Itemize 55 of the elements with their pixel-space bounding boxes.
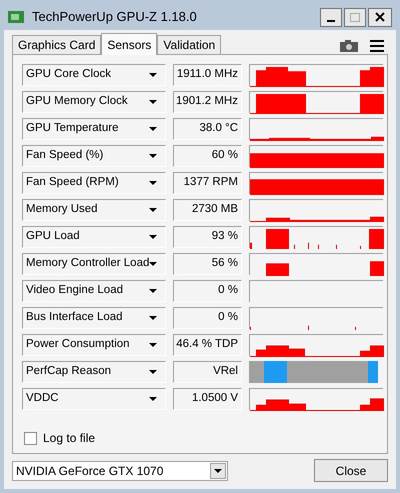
close-icon[interactable] bbox=[368, 8, 392, 26]
gpu-card-icon bbox=[8, 11, 24, 23]
sensor-value: 56 % bbox=[173, 253, 242, 275]
sensor-value: 2730 MB bbox=[173, 199, 242, 221]
sensor-dropdown[interactable]: Bus Interface Load bbox=[22, 307, 166, 329]
sensor-value: 1377 RPM bbox=[173, 172, 242, 194]
dropdown-arrow-icon bbox=[149, 397, 157, 401]
camera-icon[interactable] bbox=[340, 40, 358, 52]
checkbox-label: Log to file bbox=[43, 430, 96, 447]
dropdown-arrow-icon bbox=[149, 73, 157, 77]
dropdown-arrow-icon bbox=[149, 316, 157, 320]
sensor-value: 1901.2 MHz bbox=[173, 91, 242, 113]
menu-icon[interactable] bbox=[370, 40, 384, 52]
sensor-dropdown[interactable]: GPU Load bbox=[22, 226, 166, 248]
sensor-value: VRel bbox=[173, 361, 242, 383]
sensor-dropdown[interactable]: GPU Memory Clock bbox=[22, 91, 166, 113]
tab[interactable]: Graphics Card bbox=[12, 35, 102, 54]
sensor-dropdown[interactable]: Power Consumption bbox=[22, 334, 166, 356]
sensor-value: 1.0500 V bbox=[173, 388, 242, 410]
sensor-dropdown[interactable]: PerfCap Reason bbox=[22, 361, 166, 383]
sensor-value: 38.0 °C bbox=[173, 118, 242, 140]
sensor-value: 93 % bbox=[173, 226, 242, 248]
dropdown-arrow-icon bbox=[149, 154, 157, 158]
sensor-dropdown[interactable]: GPU Temperature bbox=[22, 118, 166, 140]
dropdown-arrow-icon bbox=[149, 370, 157, 374]
dropdown-arrow-icon bbox=[149, 208, 157, 212]
sensor-dropdown[interactable]: Memory Used bbox=[22, 199, 166, 221]
dropdown-arrow-icon bbox=[149, 262, 157, 266]
dropdown-button[interactable] bbox=[210, 462, 226, 478]
close-button[interactable]: Close bbox=[314, 459, 388, 482]
dropdown-arrow-icon bbox=[214, 468, 222, 472]
sensor-value: 60 % bbox=[173, 145, 242, 167]
dropdown-arrow-icon bbox=[149, 343, 157, 347]
window-title: TechPowerUp GPU-Z 1.18.0 bbox=[32, 8, 197, 26]
maximize-button[interactable] bbox=[344, 8, 366, 26]
gpu-select[interactable]: NVIDIA GeForce GTX 1070 bbox=[12, 460, 228, 480]
sensor-value: 46.4 % TDP bbox=[173, 334, 242, 356]
sensor-dropdown[interactable]: GPU Core Clock bbox=[22, 64, 166, 86]
dropdown-arrow-icon bbox=[149, 181, 157, 185]
dropdown-arrow-icon bbox=[149, 127, 157, 131]
sensor-dropdown[interactable]: Memory Controller Load bbox=[22, 253, 166, 275]
tab[interactable]: Sensors bbox=[101, 33, 158, 55]
sensor-value: 1911.0 MHz bbox=[173, 64, 242, 86]
dropdown-arrow-icon bbox=[149, 289, 157, 293]
sensor-dropdown[interactable]: Fan Speed (%) bbox=[22, 145, 166, 167]
sensor-dropdown[interactable]: Fan Speed (RPM) bbox=[22, 172, 166, 194]
sensor-value: 0 % bbox=[173, 280, 242, 302]
sensor-dropdown[interactable]: VDDC bbox=[22, 388, 166, 410]
sensor-dropdown[interactable]: Video Engine Load bbox=[22, 280, 166, 302]
dropdown-arrow-icon bbox=[149, 100, 157, 104]
dropdown-arrow-icon bbox=[149, 235, 157, 239]
sensor-value: 0 % bbox=[173, 307, 242, 329]
checkbox[interactable] bbox=[24, 432, 37, 444]
tab[interactable]: Validation bbox=[157, 35, 222, 54]
minimize-button[interactable] bbox=[320, 8, 342, 26]
